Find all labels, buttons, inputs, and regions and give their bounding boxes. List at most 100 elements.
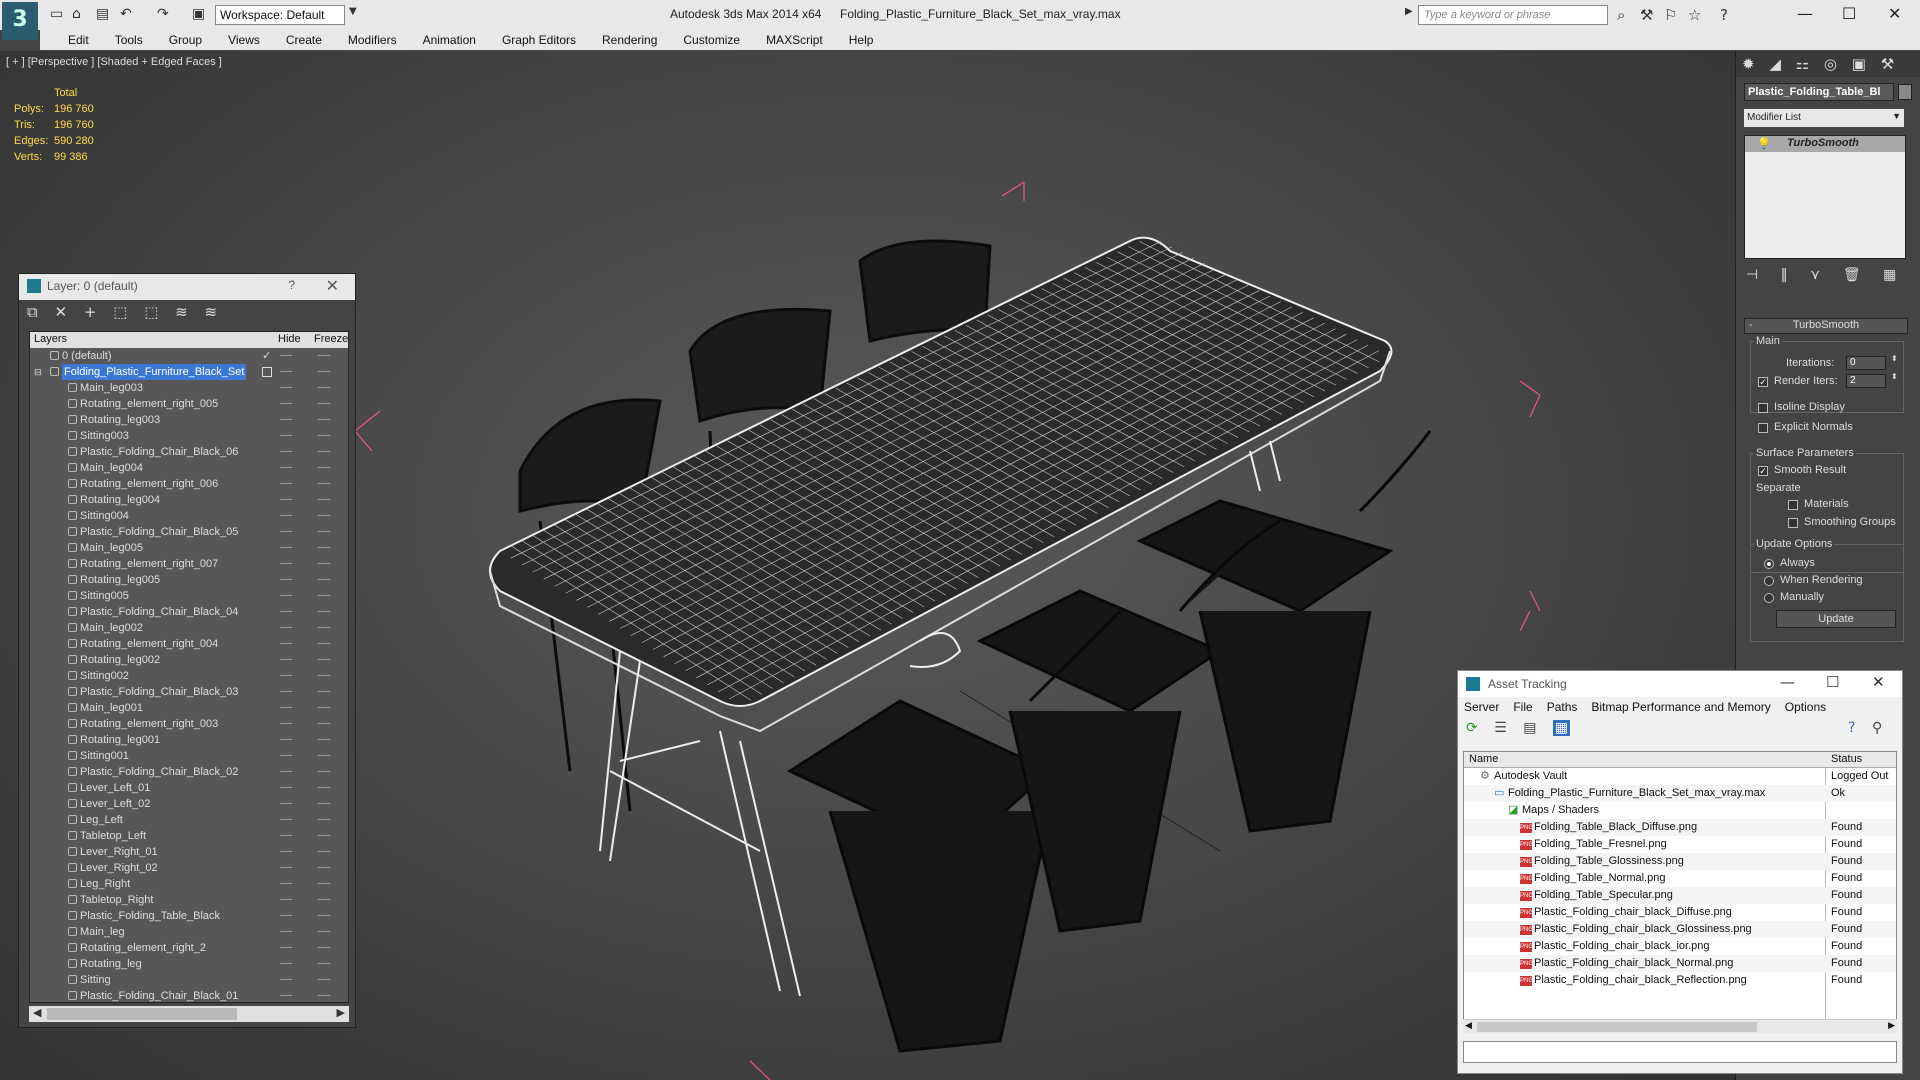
layer-item-row[interactable]: Leg_Right [30, 876, 348, 892]
turbosmooth-rollout-header[interactable]: - TurboSmooth [1744, 318, 1908, 334]
hide-toggle[interactable] [280, 387, 292, 388]
freeze-toggle[interactable] [318, 851, 330, 852]
maximize-window-icon[interactable]: ☐ [1842, 4, 1856, 23]
layer-item-row[interactable]: Tabletop_Right [30, 892, 348, 908]
asset-menu-bitmap-performance[interactable]: Bitmap Performance and Memory [1591, 700, 1770, 717]
layer-item-row[interactable]: Sitting001 [30, 748, 348, 764]
freeze-toggle[interactable] [318, 595, 330, 596]
layer-item-row[interactable]: Main_leg005 [30, 540, 348, 556]
layer-item-row[interactable]: Rotating_element_right_006 [30, 476, 348, 492]
redo-icon[interactable]: ↷ [157, 6, 169, 22]
list-view-icon[interactable]: ☰ [1494, 720, 1507, 736]
layer-close-icon[interactable]: ✕ [326, 276, 339, 295]
asset-menu-server[interactable]: Server [1464, 700, 1499, 717]
asset-row-maps-shaders[interactable]: ◪ Maps / Shaders [1464, 802, 1896, 819]
materials-checkbox[interactable] [1788, 500, 1798, 510]
hide-toggle[interactable] [280, 771, 292, 772]
modify-tab-icon[interactable]: ◢ [1769, 55, 1781, 73]
freeze-toggle[interactable] [318, 819, 330, 820]
menu-modifiers[interactable]: Modifiers [335, 30, 410, 50]
binoculars-icon[interactable]: ⌕ [1617, 6, 1625, 24]
save-file-icon[interactable]: ▤ [96, 6, 109, 22]
layer-item-row[interactable]: Rotating_leg002 [30, 652, 348, 668]
layer-item-row[interactable]: Plastic_Folding_Chair_Black_05 [30, 524, 348, 540]
communication-center-icon[interactable]: ⚐ [1664, 6, 1677, 24]
layer-list[interactable]: Layers Hide Freeze 0 (default) ✓ ⊟ Foldi… [29, 331, 349, 1003]
asset-help-icon[interactable]: ? [1848, 720, 1855, 736]
hide-toggle[interactable] [280, 499, 292, 500]
layer-item-row[interactable]: Sitting003 [30, 428, 348, 444]
asset-row-file[interactable]: PNG Folding_Table_Black_Diffuse.png Found [1464, 819, 1896, 836]
menu-create[interactable]: Create [273, 30, 335, 50]
hide-toggle[interactable] [280, 803, 292, 804]
menu-edit[interactable]: Edit [55, 30, 102, 50]
hide-toggle[interactable] [280, 691, 292, 692]
explicit-normals-checkbox[interactable] [1758, 423, 1768, 433]
layer-horizontal-scrollbar[interactable]: ◀ ▶ [29, 1006, 349, 1022]
hide-toggle[interactable] [280, 707, 292, 708]
layer-item-row[interactable]: Rotating_element_right_003 [30, 716, 348, 732]
asset-menu-paths[interactable]: Paths [1547, 700, 1578, 717]
layer-item-row[interactable]: Plastic_Folding_Table_Black [30, 908, 348, 924]
layer-item-row[interactable]: Plastic_Folding_Chair_Black_06 [30, 444, 348, 460]
scroll-right-icon[interactable]: ▶ [337, 1006, 345, 1019]
current-layer-box-icon[interactable] [262, 367, 272, 377]
freeze-toggle[interactable] [318, 579, 330, 580]
freeze-toggle[interactable] [318, 547, 330, 548]
layer-row-default[interactable]: 0 (default) ✓ [30, 348, 348, 364]
layer-item-row[interactable]: Plastic_Folding_Chair_Black_01 [30, 988, 348, 1002]
when-rendering-radio[interactable] [1764, 576, 1774, 586]
freeze-toggle[interactable] [318, 611, 330, 612]
asset-pin-icon[interactable]: ⚲ [1872, 720, 1882, 736]
layer-item-row[interactable]: Rotating_leg003 [30, 412, 348, 428]
hide-toggle[interactable] [280, 595, 292, 596]
select-objects-icon[interactable]: ⬚ [113, 303, 127, 321]
hide-toggle[interactable] [280, 995, 292, 996]
iterations-spinner[interactable]: 0 [1846, 356, 1886, 370]
workspace-dropdown[interactable]: Workspace: Default [215, 5, 345, 25]
object-color-swatch[interactable] [1898, 84, 1912, 100]
configure-sets-icon[interactable]: ▦ [1883, 267, 1896, 283]
layer-help-button[interactable]: ? [288, 278, 295, 292]
refresh-icon[interactable]: ⟳ [1466, 720, 1478, 736]
asset-row-file[interactable]: PNG Plastic_Folding_chair_black_Reflectio… [1464, 972, 1896, 989]
menu-views[interactable]: Views [215, 30, 273, 50]
layer-item-row[interactable]: Sitting002 [30, 668, 348, 684]
freeze-toggle[interactable] [318, 947, 330, 948]
freeze-toggle[interactable] [318, 355, 330, 356]
workspace-dropdown-arrow-icon[interactable]: ▼ [349, 6, 357, 17]
freeze-toggle[interactable] [318, 723, 330, 724]
hide-toggle[interactable] [280, 563, 292, 564]
hide-toggle[interactable] [280, 963, 292, 964]
layer-item-row[interactable]: Main_leg002 [30, 620, 348, 636]
update-button[interactable]: Update [1776, 610, 1896, 628]
hide-toggle[interactable] [280, 547, 292, 548]
hide-toggle[interactable] [280, 483, 292, 484]
freeze-toggle[interactable] [318, 979, 330, 980]
asset-row-file[interactable]: PNG Plastic_Folding_chair_black_Diffuse.p… [1464, 904, 1896, 921]
freeze-toggle[interactable] [318, 963, 330, 964]
freeze-toggle[interactable] [318, 371, 330, 372]
freeze-toggle[interactable] [318, 483, 330, 484]
hide-toggle[interactable] [280, 467, 292, 468]
hide-toggle[interactable] [280, 451, 292, 452]
subscription-icon[interactable]: ⚒ [1640, 6, 1653, 24]
layer-row-furniture-set[interactable]: ⊟ Folding_Plastic_Furniture_Black_Set [30, 364, 348, 380]
hide-toggle[interactable] [280, 371, 292, 372]
freeze-toggle[interactable] [318, 419, 330, 420]
asset-row-file[interactable]: PNG Folding_Table_Fresnel.png Found [1464, 836, 1896, 853]
create-layer-icon[interactable]: ⧉ [27, 303, 38, 321]
asset-table[interactable]: Name Status ⚙ Autodesk Vault Logged Out … [1463, 751, 1897, 1033]
freeze-toggle[interactable] [318, 643, 330, 644]
menu-group[interactable]: Group [156, 30, 215, 50]
layer-item-row[interactable]: Plastic_Folding_Chair_Black_02 [30, 764, 348, 780]
pin-stack-icon[interactable]: ⊣ [1746, 267, 1758, 283]
hide-toggle[interactable] [280, 947, 292, 948]
freeze-toggle[interactable] [318, 771, 330, 772]
utilities-tab-icon[interactable]: ⚒ [1881, 55, 1894, 73]
open-file-icon[interactable]: ⌂ [72, 6, 81, 22]
undo-icon[interactable]: ↶ [120, 6, 132, 22]
layer-item-row[interactable]: Plastic_Folding_Chair_Black_04 [30, 604, 348, 620]
menu-help[interactable]: Help [836, 30, 887, 50]
freeze-column-header[interactable]: Freeze [314, 333, 348, 345]
